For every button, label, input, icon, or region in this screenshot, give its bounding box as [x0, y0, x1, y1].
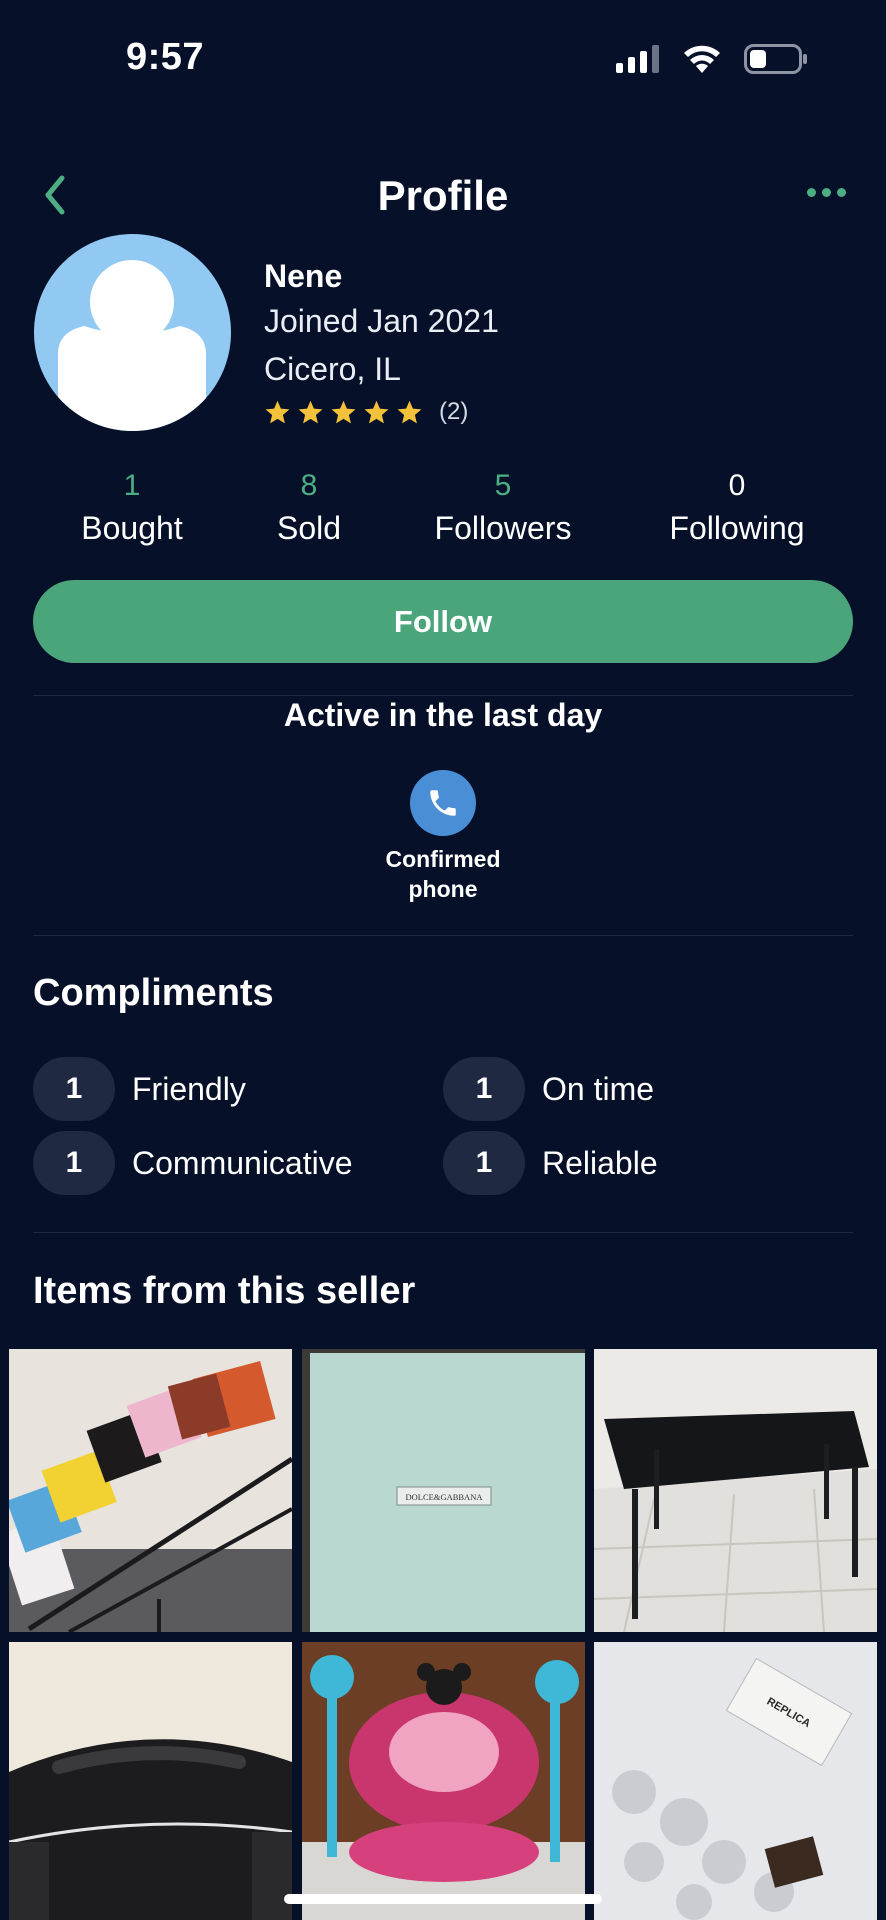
home-indicator[interactable]: [284, 1894, 602, 1904]
follow-button[interactable]: Follow: [33, 580, 853, 663]
stat-sold[interactable]: 8 Sold: [277, 464, 341, 548]
stat-value: 0: [728, 469, 746, 502]
compliment-label: Communicative: [132, 1144, 353, 1181]
profile-info: Nene Joined Jan 2021 Cicero, IL (2): [264, 256, 499, 426]
item-leather-sofa-photo[interactable]: [9, 1642, 292, 1920]
compliment-count: 1: [443, 1057, 525, 1121]
divider: [33, 695, 853, 696]
star-icon: [298, 400, 323, 423]
compliment-label: On time: [542, 1070, 655, 1107]
more-options-icon[interactable]: [807, 188, 846, 197]
compliments-title: Compliments: [33, 972, 274, 1014]
item-bags-photo[interactable]: [9, 1349, 292, 1632]
status-icons: [616, 44, 808, 74]
divider: [33, 935, 853, 936]
star-icon: [265, 400, 290, 423]
star-icon: [397, 400, 422, 423]
status-time: 9:57: [126, 36, 205, 78]
avatar: [34, 234, 231, 431]
stat-label: Following: [669, 510, 805, 546]
stat-followers[interactable]: 5 Followers: [435, 464, 572, 548]
activity-status: Active in the last day: [283, 697, 603, 733]
items-section-title: Items from this seller: [33, 1270, 416, 1312]
stat-label: Sold: [276, 510, 342, 546]
wifi-icon: [684, 45, 720, 73]
compliment-count: 1: [443, 1131, 525, 1195]
profile-stats: 1 Bought 8 Sold 5 Followers 0 Following: [0, 464, 886, 554]
compliment-communicative: 1 Communicative: [33, 1131, 353, 1195]
confirmed-phone-label: Confirmed phone: [343, 844, 543, 904]
stat-value: 8: [300, 469, 318, 502]
star-icon: [331, 400, 356, 423]
confirmed-phone-badge: [410, 770, 476, 836]
default-user-icon: [58, 260, 206, 431]
stat-label: Followers: [434, 510, 572, 546]
divider: [33, 1232, 853, 1233]
item-replica-bag-photo[interactable]: REPLICA: [594, 1642, 877, 1920]
page-title: Profile: [377, 172, 509, 219]
user-name: Nene: [264, 258, 343, 294]
compliment-friendly: 1 Friendly: [33, 1057, 246, 1121]
rating-count: (2): [439, 398, 469, 425]
item-dolce-gabbana-box-photo[interactable]: DOLCE&GABBANA: [302, 1349, 585, 1632]
item-minnie-jumper-photo[interactable]: [302, 1642, 585, 1920]
dolce-gabbana-label: DOLCE&GABBANA: [406, 1492, 484, 1502]
rating[interactable]: (2): [264, 398, 499, 426]
cellular-signal-icon: [616, 45, 659, 73]
compliment-label: Reliable: [542, 1144, 658, 1181]
confirmed-phone-label-line2: phone: [408, 876, 478, 902]
stat-following[interactable]: 0 Following: [669, 464, 804, 548]
compliment-reliable: 1 Reliable: [443, 1131, 658, 1195]
stat-value: 1: [123, 469, 141, 502]
phone-icon: [430, 790, 456, 816]
compliment-count: 1: [33, 1131, 115, 1195]
battery-icon: [744, 44, 807, 74]
star-icon: [364, 400, 389, 423]
stat-bought[interactable]: 1 Bought: [81, 464, 182, 548]
compliment-label: Friendly: [132, 1070, 246, 1107]
user-location: Cicero, IL: [264, 351, 401, 387]
compliment-on-time: 1 On time: [443, 1057, 654, 1121]
nav-bar: Profile: [0, 160, 886, 232]
compliment-count: 1: [33, 1057, 115, 1121]
item-glass-table-photo[interactable]: [594, 1349, 877, 1632]
confirmed-phone-label-line1: Confirmed: [385, 846, 501, 872]
joined-date: Joined Jan 2021: [264, 303, 499, 339]
stat-label: Bought: [81, 510, 183, 546]
status-bar: 9:57: [0, 0, 886, 120]
stat-value: 5: [494, 469, 512, 502]
